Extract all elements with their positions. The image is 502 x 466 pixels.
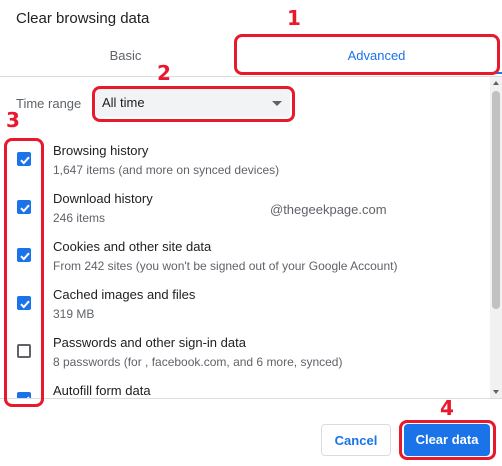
data-type-list: Browsing history 1,647 items (and more o… (0, 132, 490, 398)
annotation-box-checkboxes (4, 138, 44, 407)
annotation-box-advanced-tab (234, 34, 500, 75)
scrollbar-thumb[interactable] (492, 91, 500, 309)
list-item-cached-images: Cached images and files 319 MB (0, 276, 490, 324)
annotation-number: 2 (157, 61, 171, 85)
item-title: Cookies and other site data (53, 239, 212, 254)
tab-basic[interactable]: Basic (0, 38, 251, 74)
list-item-passwords: Passwords and other sign-in data 8 passw… (0, 324, 490, 372)
footer-divider (0, 398, 502, 399)
list-item-autofill: Autofill form data (0, 372, 490, 398)
scroll-down-icon[interactable] (493, 390, 499, 394)
item-title: Autofill form data (53, 383, 151, 398)
list-item-cookies: Cookies and other site data From 242 sit… (0, 228, 490, 276)
annotation-number: 1 (287, 6, 301, 30)
item-subtitle: 319 MB (53, 307, 95, 321)
item-subtitle: From 242 sites (you won't be signed out … (53, 259, 398, 273)
annotation-number: 4 (440, 396, 454, 420)
annotation-number: 3 (6, 108, 20, 132)
scroll-up-icon[interactable] (493, 81, 499, 85)
watermark: @thegeekpage.com (270, 202, 387, 217)
cancel-button[interactable]: Cancel (321, 424, 391, 456)
item-subtitle: 1,647 items (and more on synced devices) (53, 163, 280, 177)
time-range-label: Time range (16, 96, 82, 111)
dialog-title: Clear browsing data (16, 10, 150, 27)
list-item-browsing-history: Browsing history 1,647 items (and more o… (0, 132, 490, 180)
annotation-box-clear-data (399, 420, 496, 460)
item-subtitle: 8 passwords (for , facebook.com, and 6 m… (53, 355, 343, 369)
list-item-download-history: Download history 246 items (0, 180, 490, 228)
item-subtitle: 246 items (53, 211, 106, 225)
item-title: Cached images and files (53, 287, 196, 302)
item-title: Browsing history (53, 143, 149, 158)
item-title: Download history (53, 191, 153, 206)
scrollbar[interactable] (490, 77, 502, 398)
item-title: Passwords and other sign-in data (53, 335, 246, 350)
tabs-divider (0, 76, 502, 77)
annotation-box-time-range (92, 86, 295, 122)
